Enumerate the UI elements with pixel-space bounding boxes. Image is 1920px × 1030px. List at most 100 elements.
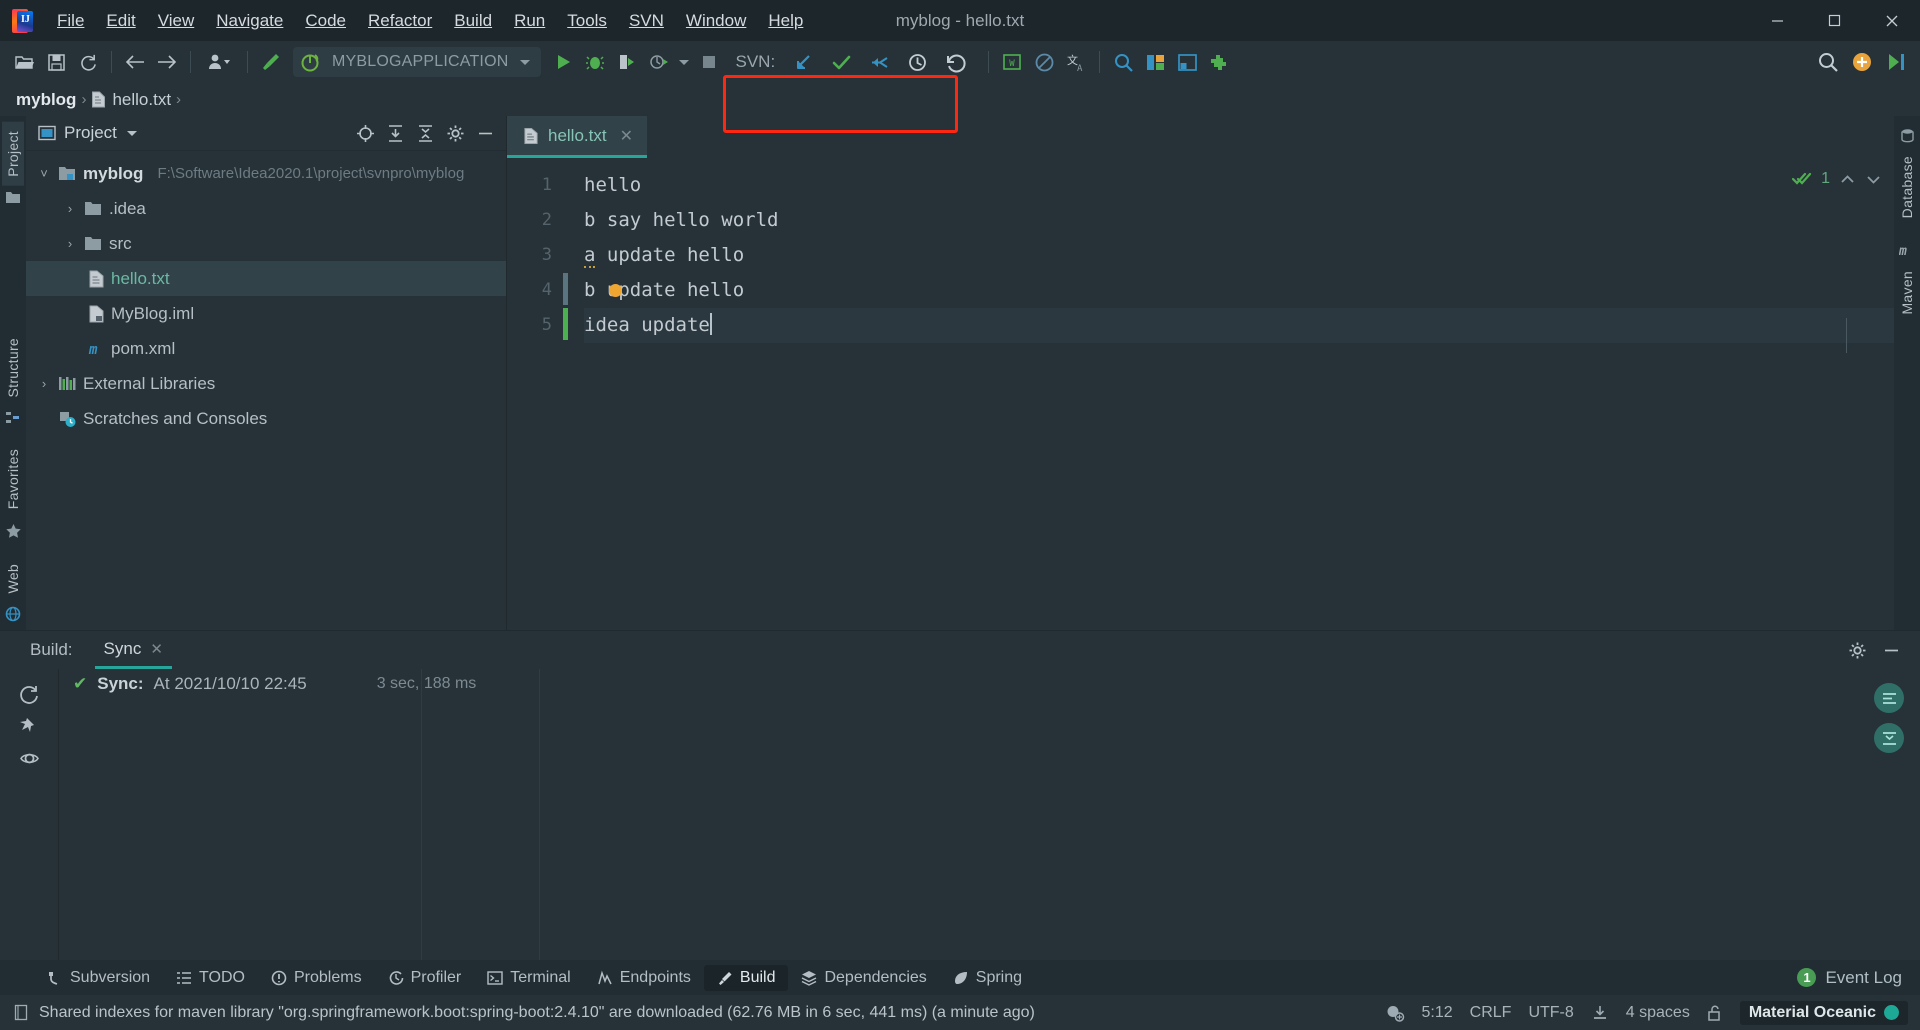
build-tab-sync[interactable]: Sync ✕ xyxy=(94,631,172,669)
menu-item-window[interactable]: Window xyxy=(675,6,757,36)
stop-icon[interactable] xyxy=(693,46,725,78)
plugins-icon[interactable] xyxy=(1203,46,1235,78)
sidebar-item-web[interactable]: Web xyxy=(2,555,24,602)
theme-switcher[interactable]: Material Oceanic xyxy=(1739,1000,1908,1025)
unlocked-icon[interactable] xyxy=(1707,1004,1723,1022)
expand-arrow-icon[interactable]: › xyxy=(62,236,78,251)
forward-arrow-icon[interactable] xyxy=(151,46,183,78)
debug-icon[interactable] xyxy=(579,46,611,78)
tree-node-external-libraries[interactable]: › External Libraries xyxy=(26,366,506,401)
tree-node-myblog[interactable]: ˅ myblog F:\Software\Idea2020.1\project\… xyxy=(26,156,506,191)
collapse-tree-icon[interactable] xyxy=(1874,723,1904,753)
tree-node-hello-txt[interactable]: hello.txt xyxy=(26,261,506,296)
expand-arrow-icon[interactable]: › xyxy=(62,201,78,216)
tool-tab-todo[interactable]: TODO xyxy=(163,965,258,991)
build-results-tree[interactable]: ✔ Sync: At 2021/10/10 22:45 3 sec, 188 m… xyxy=(58,669,1920,960)
menu-item-file[interactable]: File xyxy=(46,6,95,36)
menu-item-tools[interactable]: Tools xyxy=(556,6,618,36)
search-structure-icon[interactable] xyxy=(1107,46,1139,78)
chevron-down-icon[interactable] xyxy=(125,127,139,139)
rerun-icon[interactable] xyxy=(14,679,44,709)
indent-setting[interactable]: 4 spaces xyxy=(1626,1004,1690,1022)
open-folder-icon[interactable] xyxy=(8,46,40,78)
file-encoding[interactable]: UTF-8 xyxy=(1528,1004,1573,1022)
wsdl-icon[interactable]: W xyxy=(996,46,1028,78)
intention-bulb-icon[interactable] xyxy=(609,284,622,297)
svn-commit-icon[interactable] xyxy=(825,46,857,78)
hide-panel-icon[interactable] xyxy=(472,120,498,146)
code-line-current[interactable]: idea update xyxy=(584,308,1894,353)
breadcrumb-file[interactable]: hello.txt xyxy=(91,90,171,110)
menu-item-build[interactable]: Build xyxy=(443,6,503,36)
search-everywhere-icon[interactable] xyxy=(1812,46,1844,78)
expand-tree-icon[interactable] xyxy=(1874,683,1904,713)
translate-icon[interactable]: 文A xyxy=(1060,46,1092,78)
inspections-ok-icon[interactable] xyxy=(1792,170,1812,188)
code-editor[interactable]: 1 2 3 4 5 hello b say hello world a upda… xyxy=(507,158,1894,630)
menu-item-refactor[interactable]: Refactor xyxy=(357,6,443,36)
settings-gear-icon[interactable] xyxy=(442,120,468,146)
menu-item-view[interactable]: View xyxy=(147,6,206,36)
collapse-all-icon[interactable] xyxy=(412,120,438,146)
user-profile-icon[interactable] xyxy=(198,46,240,78)
svn-merge-icon[interactable] xyxy=(863,46,895,78)
tree-node-src[interactable]: › src xyxy=(26,226,506,261)
tree-node-scratches-and-consoles[interactable]: Scratches and Consoles xyxy=(26,401,506,436)
breadcrumb-project[interactable]: myblog xyxy=(16,90,76,110)
sidebar-item-project[interactable]: Project xyxy=(2,122,24,186)
ide-update-icon[interactable] xyxy=(1846,46,1878,78)
menu-item-navigate[interactable]: Navigate xyxy=(205,6,294,36)
tree-node-pom-xml[interactable]: m pom.xml xyxy=(26,331,506,366)
tree-node-idea[interactable]: › .idea xyxy=(26,191,506,226)
line-separator[interactable]: CRLF xyxy=(1470,1004,1512,1022)
pin-tab-icon[interactable] xyxy=(14,711,44,741)
database-layout-icon[interactable] xyxy=(1171,46,1203,78)
tool-tab-dependencies[interactable]: Dependencies xyxy=(788,965,939,991)
menu-item-run[interactable]: Run xyxy=(503,6,556,36)
tool-tab-terminal[interactable]: Terminal xyxy=(474,965,583,991)
caret-position[interactable]: 5:12 xyxy=(1422,1004,1453,1022)
inspection-profile-icon[interactable] xyxy=(1385,1004,1405,1022)
close-icon[interactable]: ✕ xyxy=(150,640,163,658)
svn-update-icon[interactable] xyxy=(787,46,819,78)
scroll-from-source-icon[interactable] xyxy=(352,120,378,146)
tree-node-myblog-iml[interactable]: MyBlog.iml xyxy=(26,296,506,331)
sidebar-item-maven[interactable]: Maven xyxy=(1896,262,1918,324)
layout-icon[interactable] xyxy=(1139,46,1171,78)
tool-tab-spring[interactable]: Spring xyxy=(940,965,1035,991)
menu-item-help[interactable]: Help xyxy=(757,6,814,36)
sidebar-item-structure[interactable]: Structure xyxy=(2,329,24,407)
download-indexes-icon[interactable] xyxy=(1591,1004,1609,1022)
menu-item-code[interactable]: Code xyxy=(294,6,357,36)
expand-arrow-icon[interactable]: › xyxy=(36,376,52,391)
change-marker-added[interactable] xyxy=(563,308,568,340)
run-with-coverage-icon[interactable] xyxy=(611,46,643,78)
close-button[interactable] xyxy=(1863,0,1920,41)
hide-panel-icon[interactable] xyxy=(1878,637,1904,663)
inspection-widget[interactable]: 1 xyxy=(1792,170,1882,188)
settings-gear-icon[interactable] xyxy=(1844,637,1870,663)
tool-tab-build[interactable]: Build xyxy=(703,964,789,991)
code-line[interactable]: b update hello xyxy=(584,273,1894,308)
menu-item-edit[interactable]: Edit xyxy=(95,6,146,36)
code-line[interactable]: hello xyxy=(584,168,1894,203)
editor-tab-hello-txt[interactable]: hello.txt ✕ xyxy=(507,116,647,158)
chevron-down-icon[interactable] xyxy=(1865,172,1882,187)
expand-arrow-icon[interactable]: ˅ xyxy=(36,166,52,181)
expand-all-icon[interactable] xyxy=(382,120,408,146)
minimize-button[interactable] xyxy=(1749,0,1806,41)
hammer-icon[interactable] xyxy=(255,46,287,78)
code-content[interactable]: hello b say hello world a update hello b… xyxy=(572,158,1894,630)
tool-tab-profiler[interactable]: Profiler xyxy=(375,965,475,991)
vcs-change-markers[interactable] xyxy=(563,158,572,630)
maximize-button[interactable] xyxy=(1806,0,1863,41)
tool-tab-problems[interactable]: Problems xyxy=(258,965,375,991)
run-configuration-selector[interactable]: MYBLOGAPPLICATION xyxy=(293,47,542,77)
chevron-up-icon[interactable] xyxy=(1839,172,1856,187)
back-arrow-icon[interactable] xyxy=(119,46,151,78)
code-line[interactable]: a update hello xyxy=(584,238,1894,273)
profiler-icon[interactable] xyxy=(643,46,675,78)
tool-tab-subversion[interactable]: Subversion xyxy=(34,965,163,991)
build-result-row[interactable]: ✔ Sync: At 2021/10/10 22:45 3 sec, 188 m… xyxy=(59,669,1920,699)
svn-revert-icon[interactable] xyxy=(939,46,971,78)
